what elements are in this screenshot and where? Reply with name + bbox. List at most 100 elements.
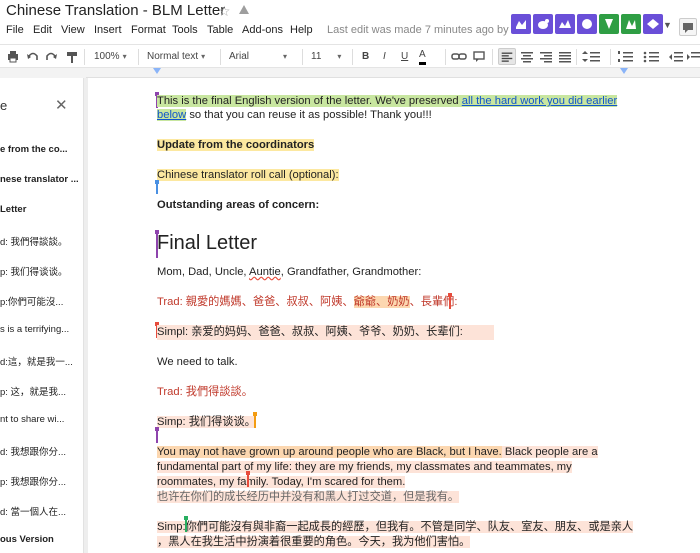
collaborator-cursor	[184, 516, 188, 532]
paragraph-english-line-3[interactable]: roommates, my family. Today, I'm scared …	[157, 475, 406, 490]
collaborator-avatar[interactable]	[555, 14, 575, 34]
menu-help[interactable]: Help	[290, 24, 313, 36]
talk-simplified[interactable]: Simp: 我们得谈谈。	[157, 415, 256, 430]
bulleted-list-icon[interactable]	[642, 48, 664, 65]
collaborator-avatar[interactable]	[533, 14, 553, 34]
paragraph-english-line-2[interactable]: fundamental part of my life: they are my…	[157, 460, 572, 475]
menu-addons[interactable]: Add-ons	[242, 24, 283, 36]
redo-icon[interactable]	[44, 48, 58, 65]
outline-item[interactable]: p: 我想跟你分...	[0, 474, 66, 488]
paint-format-icon[interactable]	[66, 48, 78, 65]
align-left-icon[interactable]	[498, 48, 516, 65]
toolbar-divider	[138, 49, 139, 65]
bold-button[interactable]: B	[362, 48, 369, 65]
move-to-folder-icon[interactable]	[238, 4, 250, 16]
increase-indent-icon[interactable]	[686, 48, 700, 65]
comments-button[interactable]	[679, 18, 697, 36]
right-indent-marker[interactable]	[620, 68, 628, 74]
menu-edit[interactable]: Edit	[33, 24, 52, 36]
document-page[interactable]: This is the final English version of the…	[88, 78, 700, 553]
underline-button[interactable]: U	[401, 48, 408, 65]
paragraph-simplified-line-1[interactable]: Simp:你們可能沒有與非裔一起成長的經歷，但我有。不管是同学、队友、室友、朋友…	[157, 520, 634, 535]
collaborator-avatar[interactable]	[643, 14, 663, 34]
star-icon[interactable]: ☆	[218, 3, 231, 20]
menu-view[interactable]: View	[61, 24, 85, 36]
intro-paragraph-line-2[interactable]: below so that you can reuse it as possib…	[157, 108, 432, 123]
collaborator-avatar[interactable]	[511, 14, 531, 34]
update-heading[interactable]: Update from the coordinators	[157, 138, 315, 153]
document-outline-sidebar: e ✕ e from the co... nese translator ...…	[0, 78, 84, 553]
final-letter-heading[interactable]: Final Letter	[157, 232, 257, 255]
toolbar-divider	[610, 49, 611, 65]
ruler[interactable]	[86, 68, 700, 78]
outline-item[interactable]: Letter	[0, 204, 26, 215]
link-icon[interactable]	[451, 48, 467, 65]
outline-item[interactable]: p: 这，就是我...	[0, 384, 66, 398]
outline-item[interactable]: d: 我想跟你分...	[0, 444, 66, 458]
collaborator-avatar[interactable]	[577, 14, 597, 34]
intro-link[interactable]: all the hard work you did earlier	[461, 95, 618, 107]
misspelled-word[interactable]: Auntie	[249, 266, 281, 278]
outline-title: e	[0, 98, 8, 113]
outline-item[interactable]: nese translator ...	[0, 174, 79, 185]
menu-tools[interactable]: Tools	[172, 24, 198, 36]
outline-item[interactable]: d: 當一個人在...	[0, 504, 66, 518]
document-title[interactable]: Chinese Translation - BLM Letter	[6, 2, 225, 19]
greeting-english[interactable]: Mom, Dad, Uncle, Auntie, Grandfather, Gr…	[157, 265, 421, 280]
text-color-button[interactable]: A	[419, 48, 426, 65]
style-select[interactable]: Normal text ▾	[147, 48, 205, 65]
chevron-down-icon[interactable]: ▼	[663, 20, 672, 30]
talk-traditional[interactable]: Trad: 我們得談談。	[157, 385, 253, 400]
menu-insert[interactable]: Insert	[94, 24, 122, 36]
roll-call-line[interactable]: Chinese translator roll call (optional):	[157, 168, 339, 183]
outline-item[interactable]: d: 我們得談談。	[0, 234, 68, 248]
menu-table[interactable]: Table	[207, 24, 233, 36]
close-icon[interactable]: ✕	[55, 96, 68, 114]
decrease-indent-icon[interactable]	[668, 48, 684, 65]
italic-button[interactable]: I	[383, 48, 386, 65]
outline-item[interactable]: ous Version	[0, 534, 54, 545]
line-spacing-icon[interactable]	[582, 48, 604, 65]
undo-icon[interactable]	[26, 48, 40, 65]
collaborator-cursor	[246, 471, 250, 487]
toolbar-divider	[84, 49, 85, 65]
paragraph-english-line-1[interactable]: You may not have grown up around people …	[157, 445, 598, 460]
intro-paragraph-line-1[interactable]: This is the final English version of the…	[157, 94, 618, 109]
talk-simp-text: Simp: 我们得谈谈。	[157, 416, 256, 428]
align-center-icon[interactable]	[519, 48, 535, 65]
talk-english[interactable]: We need to talk.	[157, 355, 238, 370]
align-right-icon[interactable]	[538, 48, 554, 65]
left-indent-marker[interactable]	[153, 68, 161, 74]
comment-icon	[683, 23, 693, 33]
paragraph-simplified-line-2[interactable]: ，黑人在我生活中扮演着很重要的角色。今天，我为他们害怕。	[157, 535, 471, 550]
outline-item[interactable]: p:你們可能沒...	[0, 294, 63, 308]
zoom-select[interactable]: 100% ▾	[94, 48, 127, 65]
collaborator-avatar[interactable]	[621, 14, 641, 34]
comment-add-icon[interactable]	[472, 48, 486, 65]
paragraph-text: fundamental part of my life: they are my…	[157, 461, 572, 473]
print-icon[interactable]	[6, 48, 20, 65]
outline-item[interactable]: p: 我们得谈谈。	[0, 264, 68, 278]
trad-greeting-text: Trad: 親愛的媽媽、爸爸、叔叔、阿姨、	[157, 296, 354, 308]
justify-icon[interactable]	[557, 48, 573, 65]
outline-item[interactable]: s is a terrifying...	[0, 324, 69, 335]
collaborator-avatar[interactable]	[599, 14, 619, 34]
outline-item[interactable]: nt to share wi...	[0, 414, 64, 425]
font-select[interactable]: Arial ▾	[229, 48, 287, 65]
paragraph-chinese-grey[interactable]: 也许在你们的成长经历中并没有和黑人打过交道，但是我有。	[157, 490, 460, 505]
greeting-simplified[interactable]: Simpl: 亲爱的妈妈、爸爸、叔叔、阿姨、爷爷、奶奶、长辈们:	[157, 325, 494, 340]
toolbar-divider	[445, 49, 446, 65]
numbered-list-icon[interactable]	[616, 48, 638, 65]
ruler-margin	[0, 68, 86, 78]
greeting-text: Mom, Dad, Uncle,	[157, 266, 250, 278]
outline-item[interactable]: e from the co...	[0, 144, 68, 155]
concerns-heading[interactable]: Outstanding areas of concern:	[157, 198, 319, 213]
intro-link-below[interactable]: below	[157, 109, 187, 121]
outline-item[interactable]: d:這，就是我一...	[0, 354, 73, 368]
last-edit-link[interactable]: Last edit was made 7 minutes ago by anon	[327, 24, 517, 36]
font-size-select[interactable]: 11 ▾	[311, 48, 341, 65]
toolbar: 100% ▾ Normal text ▾ Arial ▾ 11 ▾ B I U A	[0, 44, 700, 68]
menu-file[interactable]: File	[6, 24, 24, 36]
menu-format[interactable]: Format	[131, 24, 166, 36]
greeting-traditional[interactable]: Trad: 親愛的媽媽、爸爸、叔叔、阿姨、爺爺、奶奶、長輩們:	[157, 295, 457, 310]
